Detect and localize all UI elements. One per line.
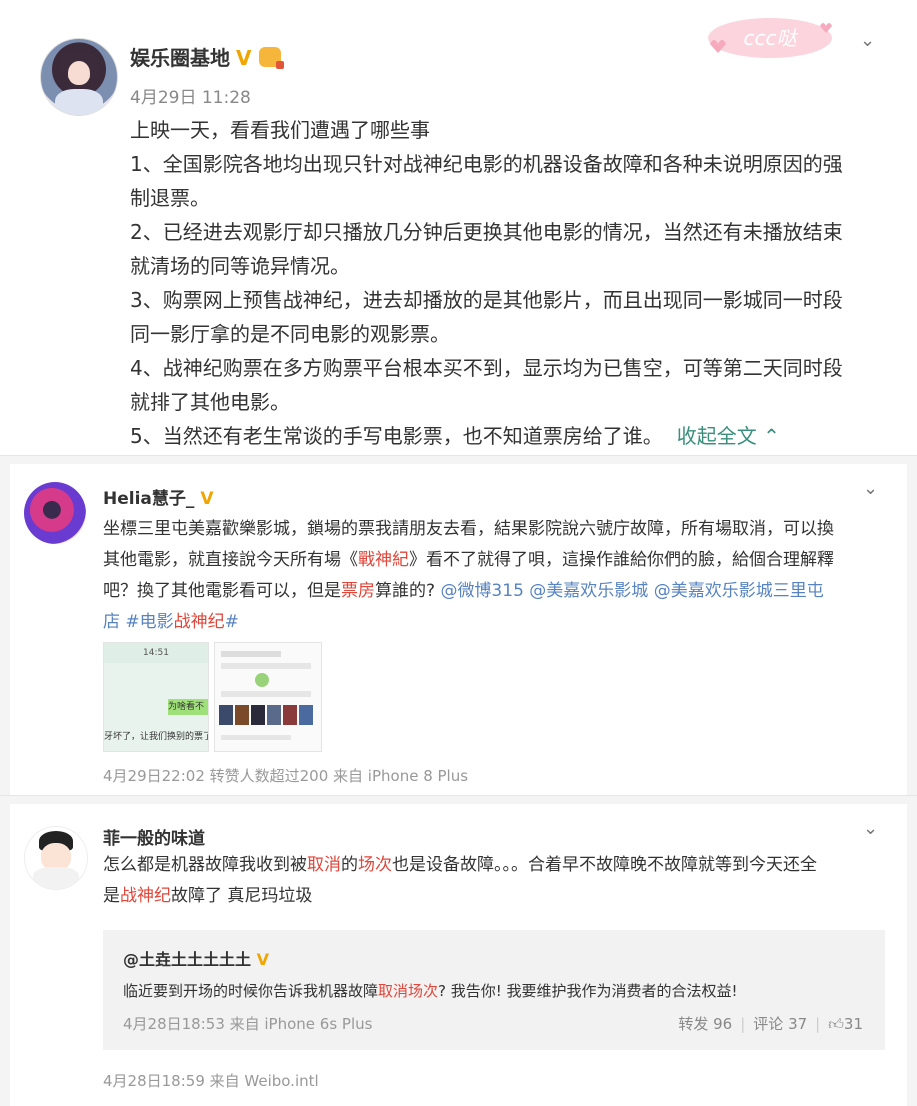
text-line: 吧？換了其他電影看可以，但是票房算誰的? @微博315 @美嘉欢乐影城 @美嘉欢… — [103, 576, 893, 607]
sticker-text: ccc哒 — [744, 26, 799, 50]
post-line: 3、购票网上预售战神纪，进去却播放的是其他影片，而且出现同一影城同一时段 — [130, 288, 843, 312]
thumb-bubble: 为啥看不 — [168, 699, 208, 715]
text-line: 坐標三里屯美嘉歡樂影城，鎖場的票我請朋友去看，結果影院說六號庁故障，所有場取消，… — [103, 514, 893, 545]
keyword-highlight[interactable]: 取消场次 — [378, 982, 438, 1000]
quoted-comment[interactable]: @土垚土土土土土 V 临近要到开场的时候你告诉我机器故障取消场次? 我告你! 我… — [103, 930, 885, 1050]
weibo-post: 娱乐圈基地 V 4月29日 11:28 ccc哒 ⌄ 上映一天，看看我们遭遇了哪些… — [0, 0, 917, 455]
text-span: 其他電影，就直接說今天所有場《 — [103, 550, 358, 570]
post-time[interactable]: 4月29日 11:28 — [130, 83, 251, 108]
quoted-text: 临近要到开场的时候你告诉我机器故障取消场次? 我告你! 我要维护我作为消费者的合… — [123, 980, 738, 1001]
commenter-avatar[interactable] — [24, 826, 88, 890]
text-span: 吧？換了其他電影看可以，但是 — [103, 581, 341, 601]
text-line: 是战神纪故障了 真尼玛垃圾 — [103, 881, 893, 912]
chevron-down-icon[interactable]: ⌄ — [860, 30, 875, 51]
author-header: 娱乐圈基地 V — [130, 42, 285, 71]
chevron-up-icon[interactable]: ⌃ — [763, 424, 780, 448]
mention-link[interactable]: # — [225, 612, 239, 632]
heart-sticker-icon: ccc哒 — [708, 18, 832, 58]
keyword-highlight[interactable]: 战神纪 — [174, 612, 225, 632]
fan-badge-icon — [259, 47, 285, 69]
like-count: 31 — [843, 1015, 863, 1033]
mention-link[interactable]: 店 #电影 — [103, 612, 174, 632]
text-span: 也是设备故障。。。合着早不故障晚不故障就等到今天还全 — [392, 855, 817, 875]
text-line: 怎么都是机器故障我收到被取消的场次也是设备故障。。。合着早不故障晚不故障就等到今… — [103, 850, 893, 881]
commenter-header: Helia慧子_ V — [103, 484, 213, 509]
comment-body: 菲一般的味道 ⌄ 怎么都是机器故障我收到被取消的场次也是设备故障。。。合着早不故… — [10, 804, 907, 1106]
quoted-stats: 转发 96 | 评论 37 | 👍︎31 — [678, 1015, 863, 1033]
chevron-down-icon[interactable]: ⌄ — [863, 818, 878, 839]
author-avatar[interactable] — [40, 38, 118, 116]
post-line: 上映一天，看看我们遭遇了哪些事 — [130, 118, 430, 142]
comment-body: Helia慧子_ V ⌄ 坐標三里屯美嘉歡樂影城，鎖場的票我請朋友去看，結果影院… — [10, 464, 907, 796]
thumbs-up-icon: 👍︎ — [828, 1015, 844, 1033]
text-span: 临近要到开场的时候你告诉我机器故障 — [123, 982, 379, 1000]
quoted-author[interactable]: @土垚土土土土土 — [123, 950, 251, 969]
comment-text: 怎么都是机器故障我收到被取消的场次也是设备故障。。。合着早不故障晚不故障就等到今… — [103, 850, 893, 912]
post-line: 就排了其他电影。 — [130, 390, 290, 414]
text-span: 算誰的? — [375, 581, 441, 601]
text-span: 的 — [341, 855, 358, 875]
quoted-time: 4月28日18:53 来自 iPhone 6s Plus — [123, 1015, 373, 1033]
keyword-highlight[interactable]: 战神纪 — [120, 886, 171, 906]
text-span: 怎么都是机器故障我收到被 — [103, 855, 307, 875]
keyword-highlight[interactable]: 场次 — [358, 855, 392, 875]
commenter-name[interactable]: 菲一般的味道 — [103, 824, 205, 849]
commenter-name[interactable]: Helia慧子_ — [103, 489, 194, 509]
comment-meta: 4月28日18:59 来自 Weibo.intl — [103, 1072, 319, 1090]
like-button[interactable]: 👍︎31 — [828, 1015, 863, 1033]
text-span: 故障了 真尼玛垃圾 — [171, 886, 313, 906]
collapse-label[interactable]: 收起全文 — [677, 424, 757, 448]
post-line: 4、战神纪购票在多方购票平台根本买不到，显示均为已售空，可等第二天同时段 — [130, 356, 843, 380]
comment-meta: 4月29日22:02 转赞人数超过200 来自 iPhone 8 Plus — [103, 767, 469, 785]
comment-card: 菲一般的味道 ⌄ 怎么都是机器故障我收到被取消的场次也是设备故障。。。合着早不故… — [0, 795, 917, 1106]
text-line: 其他電影，就直接說今天所有場《戰神紀》看不了就得了唄，這操作誰給你們的臉，給個合… — [103, 545, 893, 576]
text-span: 》看不了就得了唄，這操作誰給你們的臉，給個合理解釋 — [409, 550, 834, 570]
repost-button[interactable]: 转发 96 — [678, 1015, 732, 1033]
thumb-caption: 牙坏了，让我们换别的票了 — [104, 732, 208, 742]
post-line: 就清场的同等诡异情况。 — [130, 254, 350, 278]
thumb-time: 14:51 — [104, 643, 208, 663]
verified-icon: V — [200, 489, 214, 509]
quoted-author-header: @土垚土土土土土 V — [123, 946, 269, 970]
post-line-last: 5、当然还有老生常谈的手写电影票，也不知道票房给了谁。 收起全文 ⌃ — [130, 419, 890, 453]
chevron-down-icon[interactable]: ⌄ — [863, 478, 878, 499]
post-line: 5、当然还有老生常谈的手写电影票，也不知道票房给了谁。 — [130, 424, 663, 448]
verified-icon: V — [236, 46, 252, 70]
attached-image[interactable] — [214, 642, 322, 752]
post-line: 制退票。 — [130, 186, 210, 210]
text-line: 店 #电影战神纪# — [103, 607, 893, 638]
post-line: 1、全国影院各地均出现只针对战神纪电影的机器设备故障和各种未说明原因的强 — [130, 152, 843, 176]
verified-icon: V — [256, 950, 269, 969]
mention-link[interactable]: @微博315 @美嘉欢乐影城 @美嘉欢乐影城三里屯 — [440, 581, 823, 601]
post-content: 上映一天，看看我们遭遇了哪些事 1、全国影院各地均出现只针对战神纪电影的机器设备… — [130, 113, 890, 453]
keyword-highlight[interactable]: 票房 — [341, 581, 375, 601]
post-line: 同一影厅拿的是不同电影的观影票。 — [130, 322, 450, 346]
commenter-avatar[interactable] — [24, 482, 86, 544]
text-span: 是 — [103, 886, 120, 906]
author-name[interactable]: 娱乐圈基地 — [130, 46, 230, 70]
comment-button[interactable]: 评论 37 — [753, 1015, 807, 1033]
post-line: 2、已经进去观影厅却只播放几分钟后更换其他电影的情况，当然还有未播放结束 — [130, 220, 843, 244]
keyword-highlight[interactable]: 戰神紀 — [358, 550, 409, 570]
collapse-button[interactable]: 收起全文 ⌃ — [677, 424, 780, 448]
comment-text: 坐標三里屯美嘉歡樂影城，鎖場的票我請朋友去看，結果影院說六號庁故障，所有場取消，… — [103, 514, 893, 638]
comment-card: Helia慧子_ V ⌄ 坐標三里屯美嘉歡樂影城，鎖場的票我請朋友去看，結果影院… — [0, 455, 917, 796]
keyword-highlight[interactable]: 取消 — [307, 855, 341, 875]
attached-image[interactable]: 14:51 为啥看不 牙坏了，让我们换别的票了 — [103, 642, 209, 752]
text-span: ? 我告你! 我要维护我作为消费者的合法权益! — [438, 982, 738, 1000]
text-span: 坐標三里屯美嘉歡樂影城，鎖場的票我請朋友去看，結果影院說六號庁故障，所有場取消，… — [103, 519, 834, 539]
